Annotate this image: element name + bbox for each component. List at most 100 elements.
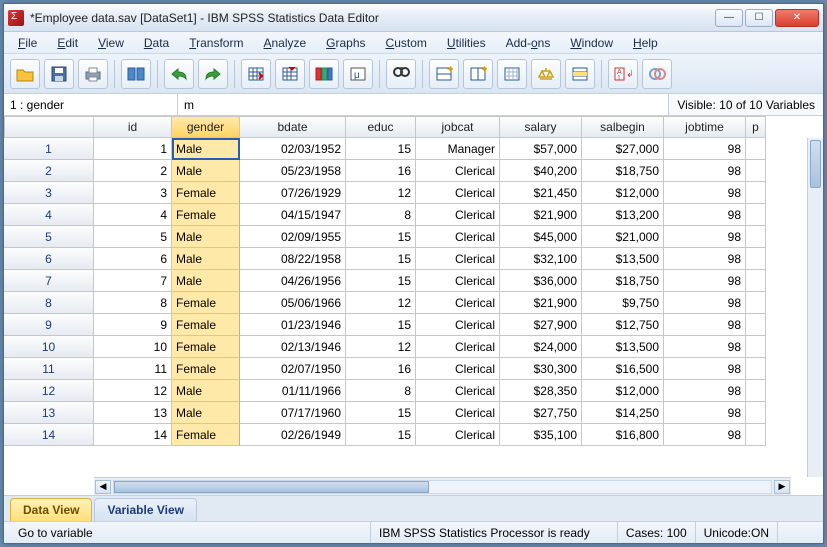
cell-jobtime[interactable]: 98	[664, 380, 746, 402]
row-header[interactable]: 3	[4, 182, 94, 204]
menu-utilities[interactable]: Utilities	[439, 34, 494, 52]
cell-gender[interactable]: Female	[172, 424, 240, 446]
cell-bdate[interactable]: 04/26/1956	[240, 270, 346, 292]
cell-salary[interactable]: $27,750	[500, 402, 582, 424]
cell-salary[interactable]: $27,900	[500, 314, 582, 336]
cell-id[interactable]: 14	[94, 424, 172, 446]
cell-educ[interactable]: 16	[346, 160, 416, 182]
cell-partial[interactable]	[746, 314, 766, 336]
cell-bdate[interactable]: 07/17/1960	[240, 402, 346, 424]
variables-icon[interactable]	[309, 59, 339, 89]
run-descriptives-icon[interactable]: μ	[343, 59, 373, 89]
cell-salbegin[interactable]: $12,000	[582, 182, 664, 204]
cell-gender[interactable]: Female	[172, 336, 240, 358]
goto-case-icon[interactable]	[241, 59, 271, 89]
cell-salbegin[interactable]: $14,250	[582, 402, 664, 424]
row-header[interactable]: 14	[4, 424, 94, 446]
row-header[interactable]: 6	[4, 248, 94, 270]
cell-gender[interactable]: Male	[172, 402, 240, 424]
data-grid[interactable]: idgenderbdateeducjobcatsalarysalbeginjob…	[4, 116, 823, 446]
insert-case-icon[interactable]: ✦	[429, 59, 459, 89]
cell-id[interactable]: 6	[94, 248, 172, 270]
find-icon[interactable]	[386, 59, 416, 89]
column-header-educ[interactable]: educ	[346, 116, 416, 138]
cell-jobcat[interactable]: Clerical	[416, 424, 500, 446]
cell-partial[interactable]	[746, 138, 766, 160]
cell-educ[interactable]: 15	[346, 270, 416, 292]
menu-graphs[interactable]: Graphs	[318, 34, 373, 52]
cell-jobtime[interactable]: 98	[664, 358, 746, 380]
column-header-salary[interactable]: salary	[500, 116, 582, 138]
cell-salary[interactable]: $21,900	[500, 204, 582, 226]
cell-gender[interactable]: Male	[172, 160, 240, 182]
cell-id[interactable]: 1	[94, 138, 172, 160]
cell-id[interactable]: 11	[94, 358, 172, 380]
cell-jobtime[interactable]: 98	[664, 204, 746, 226]
cell-educ[interactable]: 8	[346, 204, 416, 226]
grid-corner[interactable]	[4, 116, 94, 138]
row-header[interactable]: 7	[4, 270, 94, 292]
cell-jobtime[interactable]: 98	[664, 248, 746, 270]
cell-educ[interactable]: 12	[346, 182, 416, 204]
cell-salary[interactable]: $57,000	[500, 138, 582, 160]
cell-partial[interactable]	[746, 226, 766, 248]
cell-educ[interactable]: 15	[346, 226, 416, 248]
cell-salary[interactable]: $24,000	[500, 336, 582, 358]
cell-value-input[interactable]: m	[178, 98, 668, 112]
cell-salbegin[interactable]: $13,500	[582, 336, 664, 358]
redo-icon[interactable]	[198, 59, 228, 89]
value-labels-icon[interactable]: A1↲	[608, 59, 638, 89]
row-header[interactable]: 10	[4, 336, 94, 358]
cell-jobtime[interactable]: 98	[664, 424, 746, 446]
cell-jobtime[interactable]: 98	[664, 292, 746, 314]
cell-salbegin[interactable]: $13,200	[582, 204, 664, 226]
menu-analyze[interactable]: Analyze	[255, 34, 314, 52]
cell-salbegin[interactable]: $27,000	[582, 138, 664, 160]
cell-gender[interactable]: Female	[172, 314, 240, 336]
cell-salary[interactable]: $30,300	[500, 358, 582, 380]
cell-partial[interactable]	[746, 380, 766, 402]
row-header[interactable]: 13	[4, 402, 94, 424]
cell-id[interactable]: 12	[94, 380, 172, 402]
cell-partial[interactable]	[746, 424, 766, 446]
row-header[interactable]: 1	[4, 138, 94, 160]
cell-id[interactable]: 2	[94, 160, 172, 182]
cell-jobcat[interactable]: Clerical	[416, 292, 500, 314]
tab-variable-view[interactable]: Variable View	[94, 498, 197, 521]
cell-salary[interactable]: $28,350	[500, 380, 582, 402]
menu-window[interactable]: Window	[562, 34, 621, 52]
cell-jobcat[interactable]: Clerical	[416, 358, 500, 380]
cell-bdate[interactable]: 04/15/1947	[240, 204, 346, 226]
cell-salary[interactable]: $21,450	[500, 182, 582, 204]
cell-partial[interactable]	[746, 358, 766, 380]
cell-jobcat[interactable]: Clerical	[416, 380, 500, 402]
cell-salbegin[interactable]: $12,000	[582, 380, 664, 402]
cell-jobtime[interactable]: 98	[664, 314, 746, 336]
menu-transform[interactable]: Transform	[181, 34, 251, 52]
cell-salary[interactable]: $36,000	[500, 270, 582, 292]
cell-id[interactable]: 8	[94, 292, 172, 314]
cell-partial[interactable]	[746, 292, 766, 314]
scroll-right-icon[interactable]: ▶	[774, 480, 790, 494]
scroll-left-icon[interactable]: ◀	[95, 480, 111, 494]
horizontal-scrollbar[interactable]: ◀ ▶	[94, 477, 791, 495]
cell-jobtime[interactable]: 98	[664, 402, 746, 424]
column-header-jobtime[interactable]: jobtime	[664, 116, 746, 138]
cell-jobcat[interactable]: Clerical	[416, 160, 500, 182]
cell-bdate[interactable]: 07/26/1929	[240, 182, 346, 204]
cell-salbegin[interactable]: $16,500	[582, 358, 664, 380]
menu-data[interactable]: Data	[136, 34, 177, 52]
cell-educ[interactable]: 15	[346, 314, 416, 336]
cell-jobcat[interactable]: Clerical	[416, 270, 500, 292]
cell-gender[interactable]: Female	[172, 292, 240, 314]
cell-jobtime[interactable]: 98	[664, 226, 746, 248]
cell-bdate[interactable]: 05/06/1966	[240, 292, 346, 314]
recall-dialog-icon[interactable]	[121, 59, 151, 89]
cell-educ[interactable]: 12	[346, 336, 416, 358]
row-header[interactable]: 4	[4, 204, 94, 226]
menu-view[interactable]: View	[90, 34, 132, 52]
menu-addons[interactable]: Add-ons	[498, 34, 559, 52]
cell-bdate[interactable]: 02/03/1952	[240, 138, 346, 160]
cell-bdate[interactable]: 01/23/1946	[240, 314, 346, 336]
split-file-icon[interactable]	[497, 59, 527, 89]
